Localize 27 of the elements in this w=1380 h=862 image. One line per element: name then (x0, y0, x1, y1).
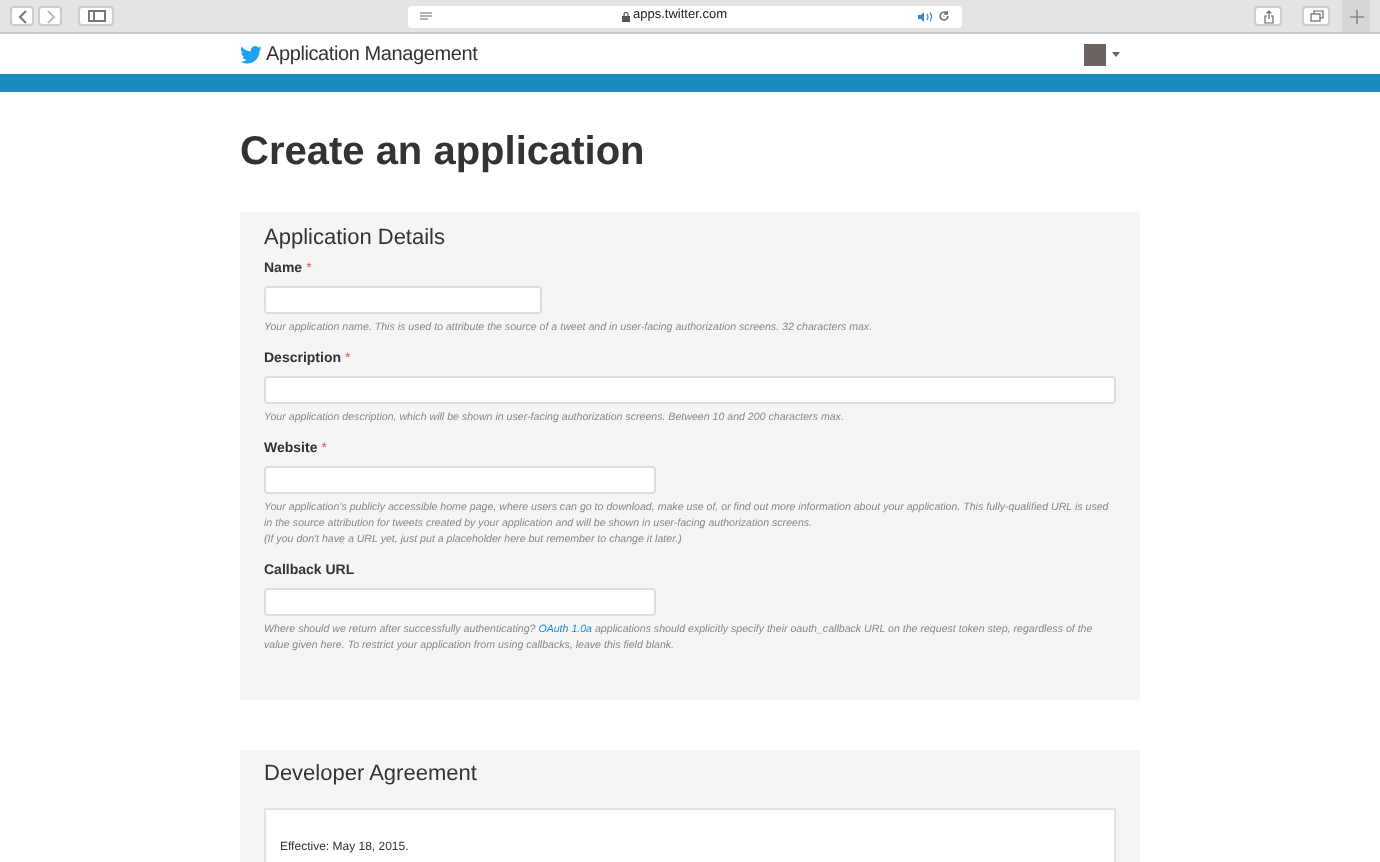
section-heading: Developer Agreement (264, 760, 479, 788)
tabs-button[interactable] (1302, 6, 1330, 26)
forward-button[interactable] (38, 6, 62, 26)
sidebar-icon (87, 10, 105, 22)
sound-icon (917, 11, 933, 21)
sidebar-button[interactable] (78, 6, 114, 26)
back-icon (17, 9, 27, 23)
back-button[interactable] (10, 6, 34, 26)
caret-icon (1112, 51, 1120, 57)
reload-icon (937, 10, 949, 22)
avatar[interactable] (1084, 43, 1106, 65)
section-heading: Application Details (264, 224, 447, 252)
page-title: Create an application (240, 128, 647, 178)
forward-icon (45, 9, 55, 23)
site-title: Application Management (266, 41, 478, 69)
tabs-icon (1309, 10, 1323, 22)
text-input[interactable] (264, 286, 542, 314)
share-button[interactable] (1254, 6, 1282, 26)
text-input[interactable] (264, 376, 1116, 404)
text-input[interactable] (264, 588, 656, 616)
reader-icon (419, 12, 431, 20)
share-icon (1263, 9, 1273, 23)
new-tab-button[interactable] (1342, 0, 1370, 32)
text-input[interactable] (264, 466, 656, 494)
plus-icon (1349, 9, 1363, 23)
lock-icon (621, 11, 630, 21)
bird-logo-icon (240, 45, 262, 63)
